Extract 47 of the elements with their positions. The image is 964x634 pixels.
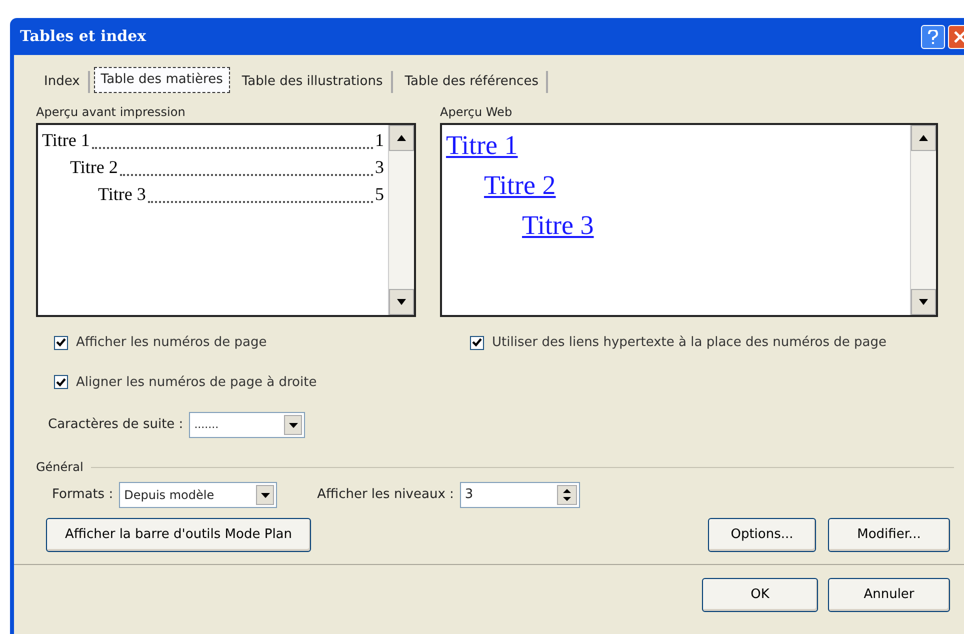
- toc-entry-page: 3: [375, 156, 384, 179]
- field-label: Formats :: [52, 486, 114, 504]
- scrollbar[interactable]: [910, 125, 936, 315]
- checkbox[interactable]: [54, 375, 68, 390]
- checkbox-label: Aligner les numéros de page à droite: [76, 374, 317, 392]
- modify-button[interactable]: Modifier...: [828, 518, 950, 552]
- toc-link[interactable]: Titre 1: [446, 130, 518, 160]
- checkmark-icon: [56, 378, 66, 387]
- checkbox[interactable]: [470, 336, 484, 350]
- toc-link[interactable]: Titre 3: [522, 210, 594, 240]
- toc-entry-title: Titre 3: [98, 183, 146, 206]
- formats-dropdown[interactable]: Depuis modèle: [119, 482, 278, 508]
- tab[interactable]: Table des références: [396, 71, 548, 93]
- scroll-down-icon[interactable]: [911, 289, 936, 315]
- ok-button[interactable]: OK: [702, 578, 818, 612]
- checkbox[interactable]: [54, 336, 68, 350]
- toc-entry-page: 1: [375, 129, 384, 152]
- section-label: Aperçu Web: [440, 104, 514, 121]
- tab[interactable]: Table des matières: [94, 67, 230, 93]
- field-label: Caractères de suite :: [48, 416, 184, 434]
- section-label: Aperçu avant impression: [36, 104, 186, 121]
- scroll-up-icon[interactable]: [389, 125, 414, 151]
- checkbox-label: Utiliser des liens hypertexte à la place des numéros de page: [492, 334, 887, 352]
- question-mark-icon: [928, 30, 938, 44]
- checkbox-label: Afficher les numéros de page: [76, 334, 267, 352]
- toc-entry-title: Titre 1: [42, 129, 90, 152]
- outline-toolbar-button[interactable]: Afficher la barre d'outils Mode Plan: [46, 518, 312, 552]
- cancel-button[interactable]: Annuler: [828, 578, 950, 612]
- scroll-up-icon[interactable]: [911, 125, 936, 151]
- spinner-arrows-icon[interactable]: [556, 485, 577, 505]
- tab[interactable]: Table des illustrations: [234, 71, 393, 93]
- options-button[interactable]: Options...: [708, 518, 816, 552]
- levels-spinner[interactable]: 3: [460, 482, 580, 508]
- help-button[interactable]: [921, 24, 945, 48]
- window-title: Tables et index: [20, 26, 146, 48]
- group-label: Général: [36, 459, 84, 476]
- tab[interactable]: Index: [36, 71, 90, 93]
- field-label: Afficher les niveaux :: [317, 486, 454, 504]
- toc-link[interactable]: Titre 2: [484, 170, 556, 200]
- leader-dropdown[interactable]: .......: [189, 412, 306, 438]
- scroll-down-icon[interactable]: [389, 289, 414, 315]
- checkmark-icon: [472, 338, 482, 348]
- close-icon: [954, 30, 964, 42]
- toc-entry-title: Titre 2: [70, 156, 118, 179]
- scrollbar[interactable]: [388, 125, 414, 315]
- checkmark-icon: [56, 338, 66, 348]
- toc-entry-page: 5: [375, 183, 384, 206]
